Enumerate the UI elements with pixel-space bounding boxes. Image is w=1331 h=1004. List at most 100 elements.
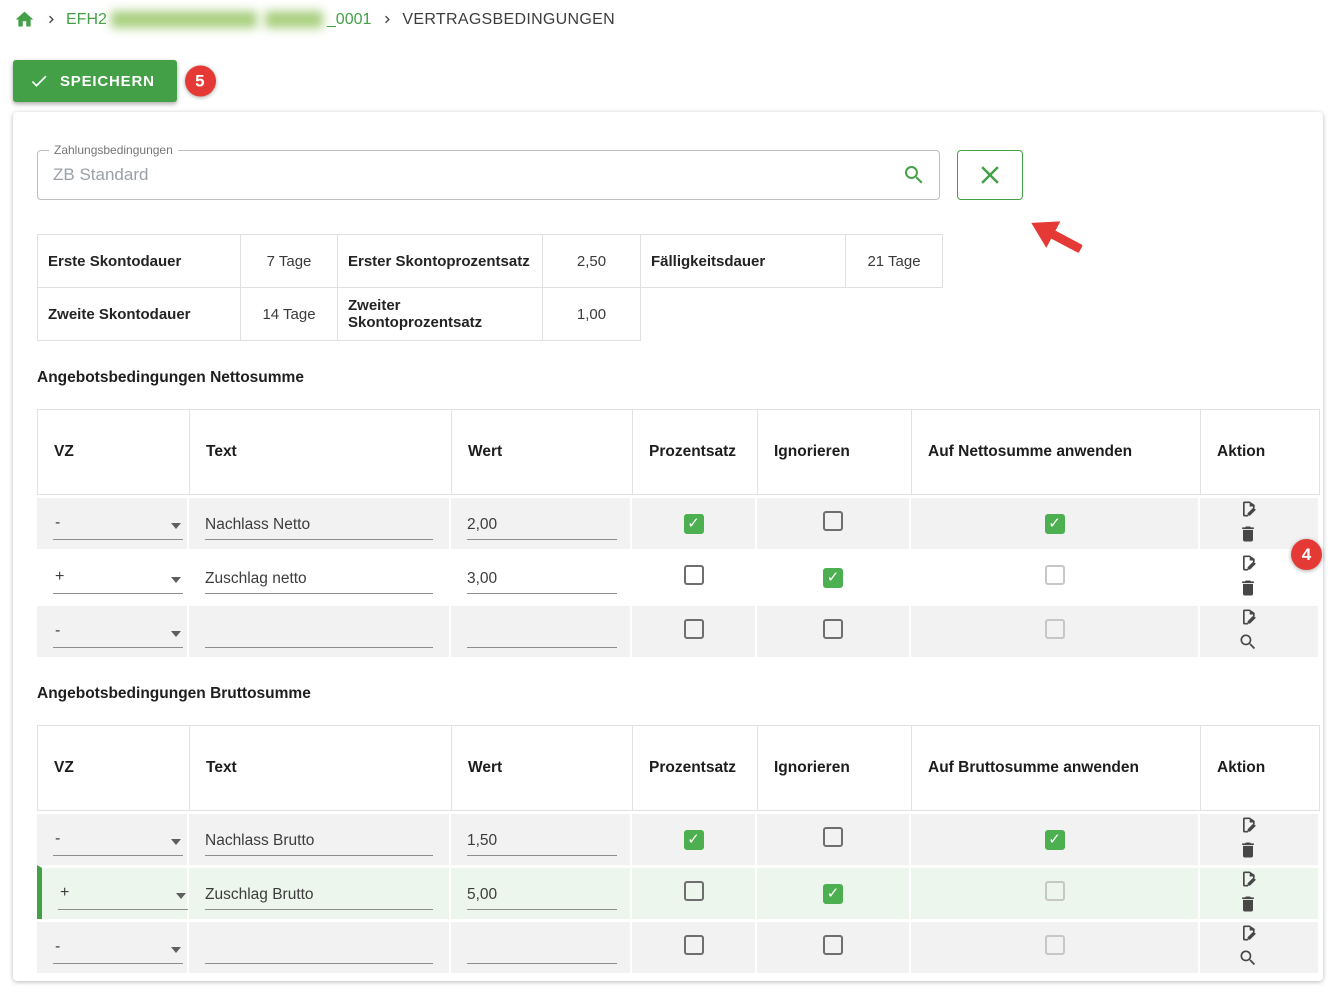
wert-input[interactable]: 3,00	[467, 562, 617, 594]
column-header-wert: Wert	[451, 725, 632, 811]
prozentsatz-checkbox[interactable]	[684, 619, 704, 639]
chevron-down-icon	[171, 631, 181, 637]
anwenden-checkbox[interactable]	[1045, 619, 1065, 639]
vz-value: -	[55, 514, 60, 532]
prozentsatz-checkbox[interactable]	[684, 514, 704, 534]
chevron-down-icon	[171, 577, 181, 583]
vz-select[interactable]: +	[58, 878, 188, 910]
text-input[interactable]: Zuschlag netto	[205, 562, 433, 594]
vz-select[interactable]: -	[53, 508, 183, 540]
payment-terms-field[interactable]: Zahlungsbedingungen	[37, 150, 940, 200]
wert-input[interactable]: 2,00	[467, 508, 617, 540]
wert-input[interactable]: 5,00	[467, 878, 617, 910]
anwenden-checkbox[interactable]	[1045, 830, 1065, 850]
search-icon[interactable]	[1238, 948, 1258, 968]
table-row: Erste Skontodauer 7 Tage Erster Skontopr…	[38, 235, 943, 288]
search-icon[interactable]	[1238, 632, 1258, 652]
ignorieren-checkbox[interactable]	[823, 827, 843, 847]
search-icon[interactable]	[902, 163, 926, 187]
text-input[interactable]: Zuschlag Brutto	[205, 878, 433, 910]
text-input[interactable]: Nachlass Brutto	[205, 824, 433, 856]
edit-icon[interactable]	[1238, 607, 1258, 627]
column-header-wert: Wert	[451, 409, 632, 495]
skonto-label: Fälligkeitsdauer	[641, 235, 846, 288]
anwenden-checkbox[interactable]	[1045, 881, 1065, 901]
table-row: -	[37, 603, 1320, 657]
edit-icon[interactable]	[1238, 815, 1258, 835]
text-input[interactable]	[205, 932, 433, 964]
ignorieren-checkbox[interactable]	[823, 568, 843, 588]
skonto-label: Zweite Skontodauer	[38, 288, 241, 341]
brutto-conditions-table: VZ Text Wert Prozentsatz Ignorieren Auf …	[37, 725, 1320, 973]
ignorieren-checkbox[interactable]	[823, 935, 843, 955]
vz-value: -	[55, 622, 60, 640]
delete-icon[interactable]	[1238, 894, 1258, 914]
ignorieren-checkbox[interactable]	[823, 884, 843, 904]
delete-icon[interactable]	[1238, 578, 1258, 598]
home-icon[interactable]	[14, 9, 35, 30]
column-header-vz: VZ	[37, 409, 189, 495]
skonto-value: 7 Tage	[241, 235, 338, 288]
redacted-text	[265, 11, 323, 28]
column-header-anwenden: Auf Nettosumme anwenden	[911, 409, 1200, 495]
netto-section-title: Angebotsbedingungen Nettosumme	[37, 369, 1320, 387]
wert-value: 3,00	[467, 570, 497, 588]
skonto-value: 21 Tage	[846, 235, 943, 288]
breadcrumb-project-prefix: EFH2	[66, 11, 107, 29]
column-header-ignorieren: Ignorieren	[757, 725, 911, 811]
anwenden-checkbox[interactable]	[1045, 565, 1065, 585]
breadcrumb: EFH2 _0001 VERTRAGSBEDINGUNGEN	[0, 0, 1331, 30]
skonto-value: 14 Tage	[241, 288, 338, 341]
table-header-row: VZ Text Wert Prozentsatz Ignorieren Auf …	[37, 725, 1320, 811]
wert-input[interactable]	[467, 616, 617, 648]
column-header-ignorieren: Ignorieren	[757, 409, 911, 495]
prozentsatz-checkbox[interactable]	[684, 830, 704, 850]
chevron-down-icon	[171, 947, 181, 953]
save-button-label: SPEICHERN	[60, 73, 155, 90]
delete-icon[interactable]	[1238, 524, 1258, 544]
text-input[interactable]: Nachlass Netto	[205, 508, 433, 540]
edit-icon[interactable]	[1238, 499, 1258, 519]
vz-select[interactable]: -	[53, 616, 183, 648]
wert-value: 1,50	[467, 832, 497, 850]
payment-terms-input[interactable]	[38, 151, 883, 199]
delete-icon[interactable]	[1238, 840, 1258, 860]
ignorieren-checkbox[interactable]	[823, 511, 843, 531]
vz-value: +	[55, 568, 64, 586]
breadcrumb-project-suffix: _0001	[327, 11, 372, 29]
skonto-label: Erste Skontodauer	[38, 235, 241, 288]
prozentsatz-checkbox[interactable]	[684, 565, 704, 585]
vz-select[interactable]: +	[53, 562, 183, 594]
edit-icon[interactable]	[1238, 869, 1258, 889]
table-row: + Zuschlag netto 3,00	[37, 549, 1320, 603]
clear-payment-terms-button[interactable]	[957, 150, 1023, 200]
anwenden-checkbox[interactable]	[1045, 514, 1065, 534]
text-input[interactable]	[205, 616, 433, 648]
text-value: Nachlass Brutto	[205, 832, 314, 850]
edit-icon[interactable]	[1238, 923, 1258, 943]
prozentsatz-checkbox[interactable]	[684, 935, 704, 955]
table-row: - Nachlass Netto 2,00	[37, 495, 1320, 549]
table-row: -	[37, 919, 1320, 973]
annotation-badge-step5: 5	[185, 66, 216, 97]
text-value: Zuschlag netto	[205, 570, 307, 588]
edit-icon[interactable]	[1238, 553, 1258, 573]
anwenden-checkbox[interactable]	[1045, 935, 1065, 955]
skonto-table: Erste Skontodauer 7 Tage Erster Skontopr…	[37, 234, 943, 341]
ignorieren-checkbox[interactable]	[823, 619, 843, 639]
vz-select[interactable]: -	[53, 932, 183, 964]
toolbar: SPEICHERN 5	[13, 60, 1331, 102]
column-header-aktion: Aktion	[1200, 725, 1320, 811]
vz-select[interactable]: -	[53, 824, 183, 856]
breadcrumb-project-link[interactable]: EFH2 _0001	[66, 11, 371, 29]
wert-input[interactable]	[467, 932, 617, 964]
column-header-prozentsatz: Prozentsatz	[632, 409, 757, 495]
skonto-value: 1,00	[543, 288, 641, 341]
wert-input[interactable]: 1,50	[467, 824, 617, 856]
skonto-label: Erster Skontoprozentsatz	[338, 235, 543, 288]
table-row: Zweite Skontodauer 14 Tage Zweiter Skont…	[38, 288, 943, 341]
prozentsatz-checkbox[interactable]	[684, 881, 704, 901]
chevron-right-icon	[44, 13, 57, 26]
wert-value: 2,00	[467, 516, 497, 534]
save-button[interactable]: SPEICHERN 5	[13, 60, 177, 102]
